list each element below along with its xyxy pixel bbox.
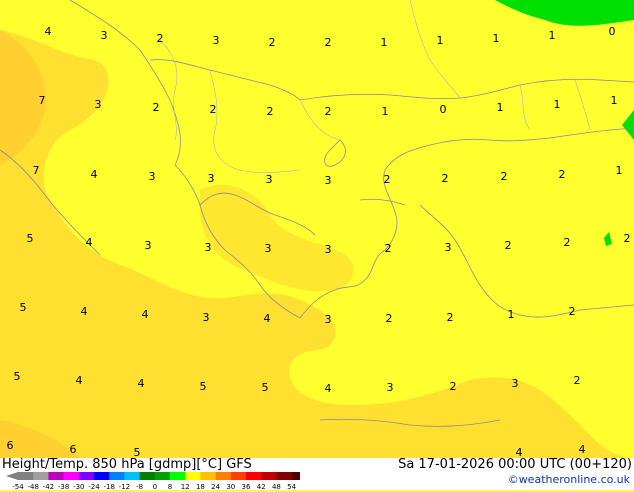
isoline-label: 2 bbox=[574, 374, 581, 387]
isoline-label: 0 bbox=[609, 25, 616, 38]
isoline-label: 2 bbox=[384, 173, 391, 186]
isoline-label: 4 bbox=[81, 305, 88, 318]
isoline-label: 0 bbox=[440, 103, 447, 116]
isoline-label: 2 bbox=[153, 101, 160, 114]
colorbar-segment bbox=[124, 472, 141, 480]
isoline-label: 1 bbox=[381, 36, 388, 49]
colorbar-segment bbox=[109, 472, 125, 480]
isoline-label: 3 bbox=[512, 377, 519, 390]
isoline-label: 6 bbox=[7, 439, 14, 452]
colorbar-segment bbox=[261, 472, 277, 480]
colorbar: -54 -48 -42 -38 -30 -24 -18 -12 -8 0 8 12 18 24 30 36 42… bbox=[6, 472, 300, 491]
weather-map: 4 3 2 3 2 2 1 1 1 1 0 7 3 2 2 2 2 1 0 1 1 1 7 4 3 3 3 3 2 2 2 2 1 5 4 3 3 3 3 2… bbox=[0, 0, 634, 458]
isoline-label: 5 bbox=[14, 370, 21, 383]
isoline-label: 2 bbox=[157, 32, 164, 45]
isoline-label: 4 bbox=[45, 25, 52, 38]
colorbar-segment bbox=[276, 472, 293, 480]
valid-time: Sa 17-01-2026 00:00 UTC (00+120) bbox=[398, 457, 632, 472]
isoline-label: 4 bbox=[86, 236, 93, 249]
colorbar-segment bbox=[18, 472, 34, 480]
isoline-label: 3 bbox=[265, 242, 272, 255]
colorbar-segment bbox=[291, 472, 300, 480]
isoline-label: 2 bbox=[385, 242, 392, 255]
isoline-label: 2 bbox=[386, 312, 393, 325]
isoline-label: 3 bbox=[266, 173, 273, 186]
colorbar-segment bbox=[63, 472, 80, 480]
isoline-label: 3 bbox=[445, 241, 452, 254]
isoline-label: 3 bbox=[325, 243, 332, 256]
colorbar-segment bbox=[246, 472, 262, 480]
isoline-label: 5 bbox=[262, 381, 269, 394]
isoline-label: 1 bbox=[616, 164, 623, 177]
isoline-label: 2 bbox=[564, 236, 571, 249]
isoline-label: 6 bbox=[70, 443, 77, 456]
isoline-label: 1 bbox=[382, 105, 389, 118]
isoline-label: 3 bbox=[213, 34, 220, 47]
isoline-label: 2 bbox=[325, 105, 332, 118]
isoline-label: 2 bbox=[501, 170, 508, 183]
isoline-label: 4 bbox=[138, 377, 145, 390]
isoline-label: 2 bbox=[569, 305, 576, 318]
isoline-label: 4 bbox=[325, 382, 332, 395]
isoline-label: 1 bbox=[508, 308, 515, 321]
isoline-label: 1 bbox=[497, 101, 504, 114]
isoline-label: 5 bbox=[20, 301, 27, 314]
isoline-label: 2 bbox=[447, 311, 454, 324]
colorbar-segment bbox=[139, 472, 156, 480]
isoline-label: 2 bbox=[624, 232, 631, 245]
isoline-label: 3 bbox=[325, 313, 332, 326]
isoline-label: 2 bbox=[450, 380, 457, 393]
isoline-label: 3 bbox=[208, 172, 215, 185]
isoline-label: 3 bbox=[325, 174, 332, 187]
isoline-label: 3 bbox=[149, 170, 156, 183]
isoline-label: 3 bbox=[95, 98, 102, 111]
isoline-label: 1 bbox=[549, 29, 556, 42]
colorbar-segment bbox=[48, 472, 65, 480]
isoline-label: 2 bbox=[325, 36, 332, 49]
colorbar-segment bbox=[170, 472, 186, 480]
colorbar-segment bbox=[185, 472, 201, 480]
isoline-label: 4 bbox=[91, 168, 98, 181]
isoline-label: 2 bbox=[442, 172, 449, 185]
isoline-label: 1 bbox=[493, 32, 500, 45]
colorbar-segment bbox=[154, 472, 171, 480]
colorbar-segment bbox=[215, 472, 232, 480]
isoline-label: 3 bbox=[205, 241, 212, 254]
isoline-label: 2 bbox=[559, 168, 566, 181]
credit-link[interactable]: ©weatheronline.co.uk bbox=[508, 473, 630, 486]
isoline-label: 7 bbox=[33, 164, 40, 177]
colorbar-segment bbox=[78, 472, 95, 480]
isoline-label: 1 bbox=[437, 34, 444, 47]
colorbar-segment bbox=[94, 472, 110, 480]
isoline-label: 2 bbox=[269, 36, 276, 49]
isoline-label: 4 bbox=[579, 443, 586, 456]
isoline-label: 7 bbox=[39, 94, 46, 107]
footer-bar: Height/Temp. 850 hPa [gdmp][°C] GFS Sa 1… bbox=[0, 457, 634, 491]
isoline-label: 5 bbox=[200, 380, 207, 393]
isoline-label: 2 bbox=[267, 105, 274, 118]
isoline-label: 3 bbox=[145, 239, 152, 252]
isoline-label: 3 bbox=[387, 381, 394, 394]
isoline-label: 3 bbox=[203, 311, 210, 324]
isoline-label: 4 bbox=[76, 374, 83, 387]
isoline-label: 2 bbox=[505, 239, 512, 252]
colorbar-segment bbox=[33, 472, 49, 480]
isoline-label: 5 bbox=[27, 232, 34, 245]
isoline-label: 2 bbox=[210, 103, 217, 116]
isoline-label: 4 bbox=[264, 312, 271, 325]
colorbar-segment bbox=[200, 472, 217, 480]
colorbar-segment bbox=[230, 472, 247, 480]
colorbar-arrow-low bbox=[6, 472, 18, 480]
isoline-label: 1 bbox=[554, 98, 561, 111]
isoline-label: 3 bbox=[101, 29, 108, 42]
isoline-label: 1 bbox=[611, 94, 618, 107]
isoline-label: 4 bbox=[142, 308, 149, 321]
